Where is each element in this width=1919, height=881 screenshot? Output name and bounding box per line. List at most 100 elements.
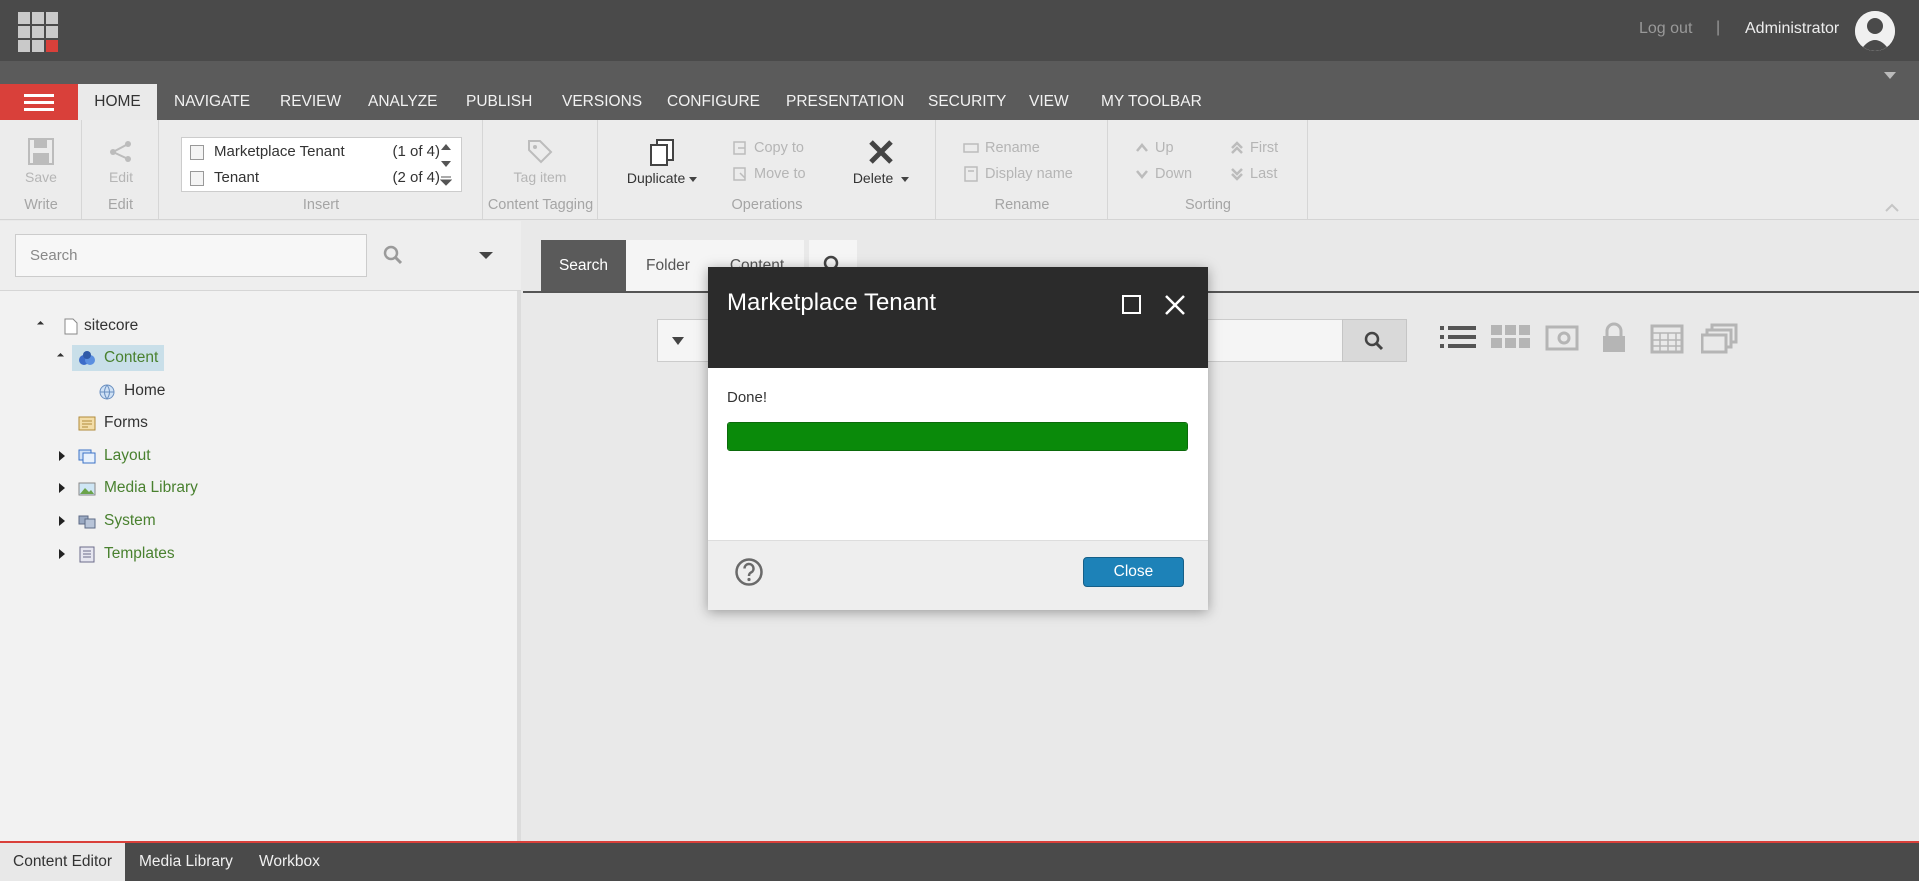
double-chevron-up-icon xyxy=(1231,141,1243,155)
tree-item-sitecore[interactable]: sitecore xyxy=(36,313,196,339)
tab-navigate[interactable]: NAVIGATE xyxy=(174,84,250,120)
tree-item-label: Layout xyxy=(104,447,151,464)
tree-item-home[interactable]: Home xyxy=(98,378,218,404)
copy-to-button[interactable]: Copy to xyxy=(732,140,804,156)
sort-first-button[interactable]: First xyxy=(1230,140,1278,156)
insert-option-tenant[interactable]: Tenant (2 of 4) xyxy=(190,166,440,190)
tab-search[interactable]: Search xyxy=(541,240,626,291)
duplicate-label: Duplicate xyxy=(626,170,686,186)
bottom-tab-content-editor[interactable]: Content Editor xyxy=(0,843,126,881)
tag-item-button[interactable]: Tag item xyxy=(500,138,580,185)
tree-item-media-library[interactable]: Media Library xyxy=(58,475,228,501)
edit-button[interactable]: Edit xyxy=(100,138,142,185)
global-header xyxy=(0,0,1919,61)
launchpad-icon[interactable] xyxy=(18,12,60,52)
duplicate-button[interactable]: Duplicate xyxy=(617,138,707,186)
rename-button[interactable]: Rename xyxy=(963,140,1040,156)
layout-icon xyxy=(78,449,96,464)
tab-view[interactable]: VIEW xyxy=(1029,84,1069,120)
help-icon[interactable] xyxy=(734,557,764,587)
sort-first-label: First xyxy=(1250,140,1279,156)
tree-item-system[interactable]: System xyxy=(58,508,208,534)
display-name-label: Display name xyxy=(985,166,1073,182)
dialog-header[interactable] xyxy=(708,267,1208,368)
sort-down-label: Down xyxy=(1155,166,1193,182)
search-icon[interactable] xyxy=(382,244,404,266)
share-edit-icon xyxy=(110,141,131,162)
insert-option-name: Marketplace Tenant xyxy=(214,143,345,160)
tab-analyze[interactable]: ANALYZE xyxy=(368,84,438,120)
tab-security[interactable]: SECURITY xyxy=(928,84,1006,120)
templates-icon xyxy=(79,546,95,563)
dialog-status-text: Done! xyxy=(727,389,768,406)
display-name-button[interactable]: Display name xyxy=(963,166,1073,182)
insert-option-marketplace-tenant[interactable]: Marketplace Tenant (1 of 4) xyxy=(190,140,440,164)
tab-my-toolbar[interactable]: MY TOOLBAR xyxy=(1101,84,1202,120)
edit-label: Edit xyxy=(108,169,134,185)
tree-item-layout[interactable]: Layout xyxy=(58,443,208,469)
search-options-dropdown-icon[interactable] xyxy=(479,252,493,259)
sort-last-button[interactable]: Last xyxy=(1230,166,1277,182)
expanded-arrow-icon[interactable] xyxy=(36,320,45,329)
expanded-arrow-icon[interactable] xyxy=(56,352,65,361)
list-view-icon[interactable] xyxy=(1438,322,1478,356)
tree-item-content[interactable]: Content xyxy=(56,345,226,371)
tree-item-label: Media Library xyxy=(104,479,198,496)
copy-to-label: Copy to xyxy=(754,140,804,156)
scroll-up-icon[interactable] xyxy=(440,141,452,153)
tree-item-label: System xyxy=(104,512,156,529)
calendar-icon[interactable] xyxy=(1650,322,1684,356)
tab-versions[interactable]: VERSIONS xyxy=(562,84,642,120)
content-icon xyxy=(79,351,95,365)
move-to-button[interactable]: Move to xyxy=(732,166,806,182)
item-search-button[interactable] xyxy=(1342,319,1407,362)
collapsed-arrow-icon[interactable] xyxy=(59,483,65,493)
close-button[interactable]: Close xyxy=(1083,557,1184,587)
tab-folder[interactable]: Folder xyxy=(626,240,710,291)
filter-dropdown-icon[interactable] xyxy=(672,337,684,345)
sort-up-button[interactable]: Up xyxy=(1135,140,1174,156)
save-label: Save xyxy=(25,169,57,185)
move-to-label: Move to xyxy=(754,166,806,182)
tab-review[interactable]: REVIEW xyxy=(280,84,341,120)
page-icon xyxy=(64,318,78,335)
close-icon[interactable] xyxy=(1163,293,1187,317)
header-separator: | xyxy=(1716,19,1721,36)
copy-to-icon xyxy=(733,141,746,155)
ribbon-collapse-icon[interactable] xyxy=(1884,72,1896,79)
avatar[interactable] xyxy=(1855,11,1895,51)
tag-icon xyxy=(528,140,553,164)
search-input[interactable] xyxy=(15,234,367,277)
maximize-icon[interactable] xyxy=(1122,295,1141,314)
tree-item-label: sitecore xyxy=(84,317,139,334)
insert-option-count: (2 of 4) xyxy=(392,169,440,186)
logout-link[interactable]: Log out xyxy=(1639,20,1692,38)
expand-gallery-icon[interactable] xyxy=(440,175,452,187)
tab-presentation[interactable]: PRESENTATION xyxy=(786,84,904,120)
collapse-ribbon-icon[interactable] xyxy=(1885,203,1899,213)
bottom-tab-workbox[interactable]: Workbox xyxy=(246,843,333,881)
tab-publish[interactable]: PUBLISH xyxy=(466,84,532,120)
tab-home[interactable]: HOME xyxy=(78,84,157,120)
chevron-up-icon xyxy=(1136,143,1148,152)
tab-configure[interactable]: CONFIGURE xyxy=(667,84,760,120)
grid-view-icon[interactable] xyxy=(1489,322,1531,356)
delete-button[interactable]: Delete xyxy=(845,138,917,186)
tree-item-forms[interactable]: Forms xyxy=(78,410,198,436)
bottom-tab-media-library[interactable]: Media Library xyxy=(126,843,246,881)
group-label-operations: Operations xyxy=(731,197,803,213)
tree-item-templates[interactable]: Templates xyxy=(58,541,218,567)
menu-button[interactable] xyxy=(0,84,78,120)
preview-view-icon[interactable] xyxy=(1545,322,1579,356)
collapsed-arrow-icon[interactable] xyxy=(59,451,65,461)
collapsed-arrow-icon[interactable] xyxy=(59,516,65,526)
stacked-windows-icon[interactable] xyxy=(1701,322,1739,356)
chevron-down-icon xyxy=(901,176,910,182)
username[interactable]: Administrator xyxy=(1745,20,1839,38)
collapsed-arrow-icon[interactable] xyxy=(59,549,65,559)
scroll-down-icon[interactable] xyxy=(440,158,452,170)
tree-item-label: Templates xyxy=(104,545,175,562)
sort-down-button[interactable]: Down xyxy=(1135,166,1192,182)
save-button[interactable]: Save xyxy=(20,138,62,185)
lock-icon[interactable] xyxy=(1600,322,1628,356)
